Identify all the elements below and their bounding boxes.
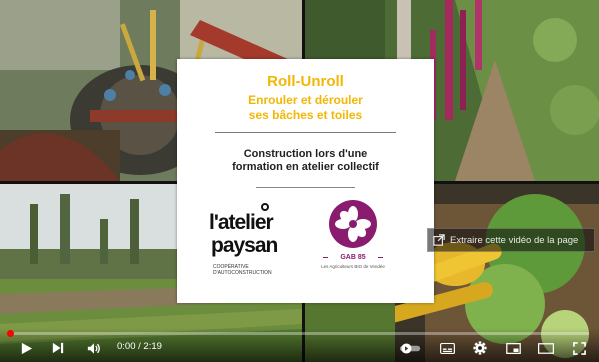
play-button[interactable] bbox=[16, 339, 36, 357]
atelier-paysan-logo: l'atelier paysan COOPÉRATIVE D'AUTOCONST… bbox=[207, 201, 307, 291]
card-subtitle: Enrouler et dérouler ses bâches et toile… bbox=[248, 93, 363, 122]
gab85-tagline: Les Agriculteurs BIO de Vendée bbox=[321, 264, 385, 269]
time-display: 0:00 / 2:19 bbox=[117, 341, 162, 352]
popout-video-button[interactable]: Extraire cette vidéo de la page bbox=[427, 228, 595, 252]
theater-icon bbox=[538, 342, 554, 354]
subtitles-icon bbox=[439, 342, 455, 354]
settings-button[interactable] bbox=[470, 339, 490, 357]
subtitles-button[interactable] bbox=[437, 339, 457, 357]
volume-button[interactable] bbox=[84, 339, 104, 357]
gab85-logo: GAB 85 Les Agriculteurs BIO de Vendée bbox=[309, 200, 409, 296]
external-window-icon bbox=[428, 229, 450, 251]
current-time: 0:00 bbox=[117, 341, 136, 352]
fullscreen-button[interactable] bbox=[569, 339, 589, 357]
atelier-paysan-tagline: COOPÉRATIVE D'AUTOCONSTRUCTION bbox=[213, 264, 272, 276]
autoplay-toggle-icon bbox=[400, 342, 421, 354]
play-icon bbox=[21, 342, 32, 354]
fullscreen-icon bbox=[572, 341, 586, 355]
scrubber-handle[interactable] bbox=[7, 330, 14, 337]
gab85-name: GAB 85 bbox=[340, 254, 366, 261]
video-player[interactable]: Roll-Unroll Enrouler et dérouler ses bâc… bbox=[0, 0, 599, 362]
miniplayer-button[interactable] bbox=[503, 339, 523, 357]
card-title: Roll-Unroll bbox=[267, 73, 344, 90]
atelier-paysan-line1: l'atelier bbox=[209, 211, 274, 234]
card-divider-bottom bbox=[256, 187, 355, 188]
card-divider-top bbox=[215, 132, 396, 133]
progress-bar[interactable] bbox=[7, 330, 589, 337]
player-controls: 0:00 / 2:19 bbox=[0, 328, 599, 362]
atelier-paysan-logo-dot bbox=[261, 203, 269, 211]
next-button[interactable] bbox=[48, 339, 68, 357]
gab85-flower-icon bbox=[329, 200, 377, 248]
autoplay-toggle[interactable] bbox=[398, 339, 424, 357]
settings-icon bbox=[473, 341, 487, 355]
card-description: Construction lors d'une formation en ate… bbox=[232, 148, 379, 173]
popout-video-label: Extraire cette vidéo de la page bbox=[450, 234, 579, 246]
next-icon bbox=[52, 342, 64, 354]
volume-icon bbox=[87, 342, 100, 354]
atelier-paysan-line2: paysan bbox=[211, 234, 278, 257]
theater-mode-button[interactable] bbox=[536, 339, 556, 357]
duration: 2:19 bbox=[143, 341, 162, 352]
miniplayer-icon bbox=[505, 342, 521, 354]
title-card: Roll-Unroll Enrouler et dérouler ses bâc… bbox=[177, 59, 434, 303]
